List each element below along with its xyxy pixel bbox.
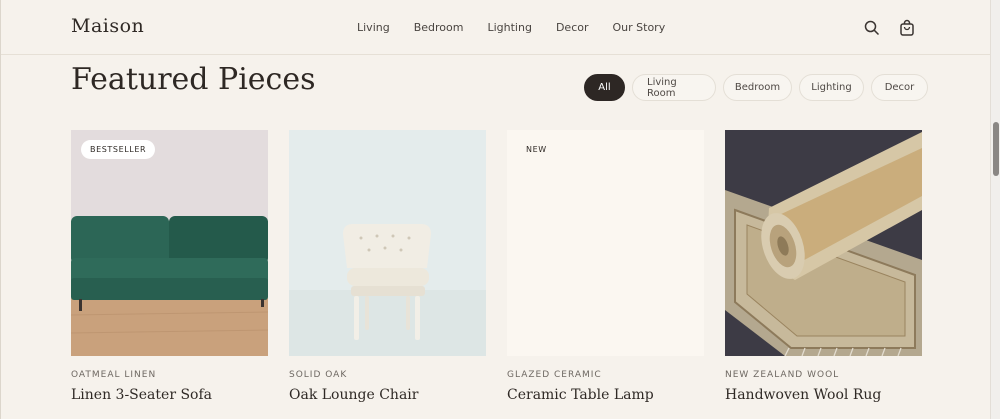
product-badge: BESTSELLER	[81, 140, 156, 159]
nav-item-lighting[interactable]: Lighting	[487, 21, 531, 34]
scrollbar-thumb[interactable]	[993, 122, 999, 176]
product-image-chair[interactable]	[289, 130, 486, 356]
product-image-lamp[interactable]: NEW	[507, 130, 704, 356]
section-title: Featured Pieces	[71, 62, 316, 97]
product-image-sofa[interactable]: BESTSELLER	[71, 130, 268, 356]
product-material: OATMEAL LINEN	[71, 370, 157, 380]
product-image-rug[interactable]	[725, 130, 922, 356]
search-icon[interactable]	[863, 19, 881, 37]
nav-item-bedroom[interactable]: Bedroom	[414, 21, 464, 34]
filter-decor[interactable]: Decor	[871, 74, 928, 101]
product-name[interactable]: Handwoven Wool Rug	[725, 387, 922, 403]
product-card[interactable]: NEW ZEALAND WOOL Handwoven Wool Rug	[725, 130, 922, 403]
main-nav: Living Bedroom Lighting Decor Our Story	[357, 21, 665, 34]
bag-icon[interactable]	[898, 19, 916, 37]
nav-item-living[interactable]: Living	[357, 21, 390, 34]
nav-item-our-story[interactable]: Our Story	[613, 21, 666, 34]
product-card[interactable]: NEW GLAZED CERAMIC Ceramic Table Lamp	[507, 130, 704, 403]
site-header: Maison Living Bedroom Lighting Decor Our…	[1, 0, 990, 55]
product-name[interactable]: Ceramic Table Lamp	[507, 387, 704, 403]
site-logo[interactable]: Maison	[71, 15, 144, 37]
nav-item-decor[interactable]: Decor	[556, 21, 589, 34]
category-filters: All Living Room Bedroom Lighting Decor	[584, 74, 928, 101]
product-name[interactable]: Oak Lounge Chair	[289, 387, 486, 403]
product-name[interactable]: Linen 3-Seater Sofa	[71, 387, 268, 403]
filter-lighting[interactable]: Lighting	[799, 74, 864, 101]
product-material: GLAZED CERAMIC	[507, 370, 602, 380]
product-material: SOLID OAK	[289, 370, 348, 380]
product-card[interactable]: SOLID OAK Oak Lounge Chair	[289, 130, 486, 403]
filter-bedroom[interactable]: Bedroom	[723, 74, 792, 101]
product-card[interactable]: BESTSELLER OATMEAL LINEN Linen 3-Seater …	[71, 130, 268, 403]
product-badge: NEW	[526, 145, 547, 154]
storefront-page: Maison Living Bedroom Lighting Decor Our…	[0, 0, 990, 419]
page-scrollbar[interactable]	[990, 0, 1000, 419]
filter-living-room[interactable]: Living Room	[632, 74, 716, 101]
product-material: NEW ZEALAND WOOL	[725, 370, 840, 380]
filter-all[interactable]: All	[584, 74, 625, 101]
